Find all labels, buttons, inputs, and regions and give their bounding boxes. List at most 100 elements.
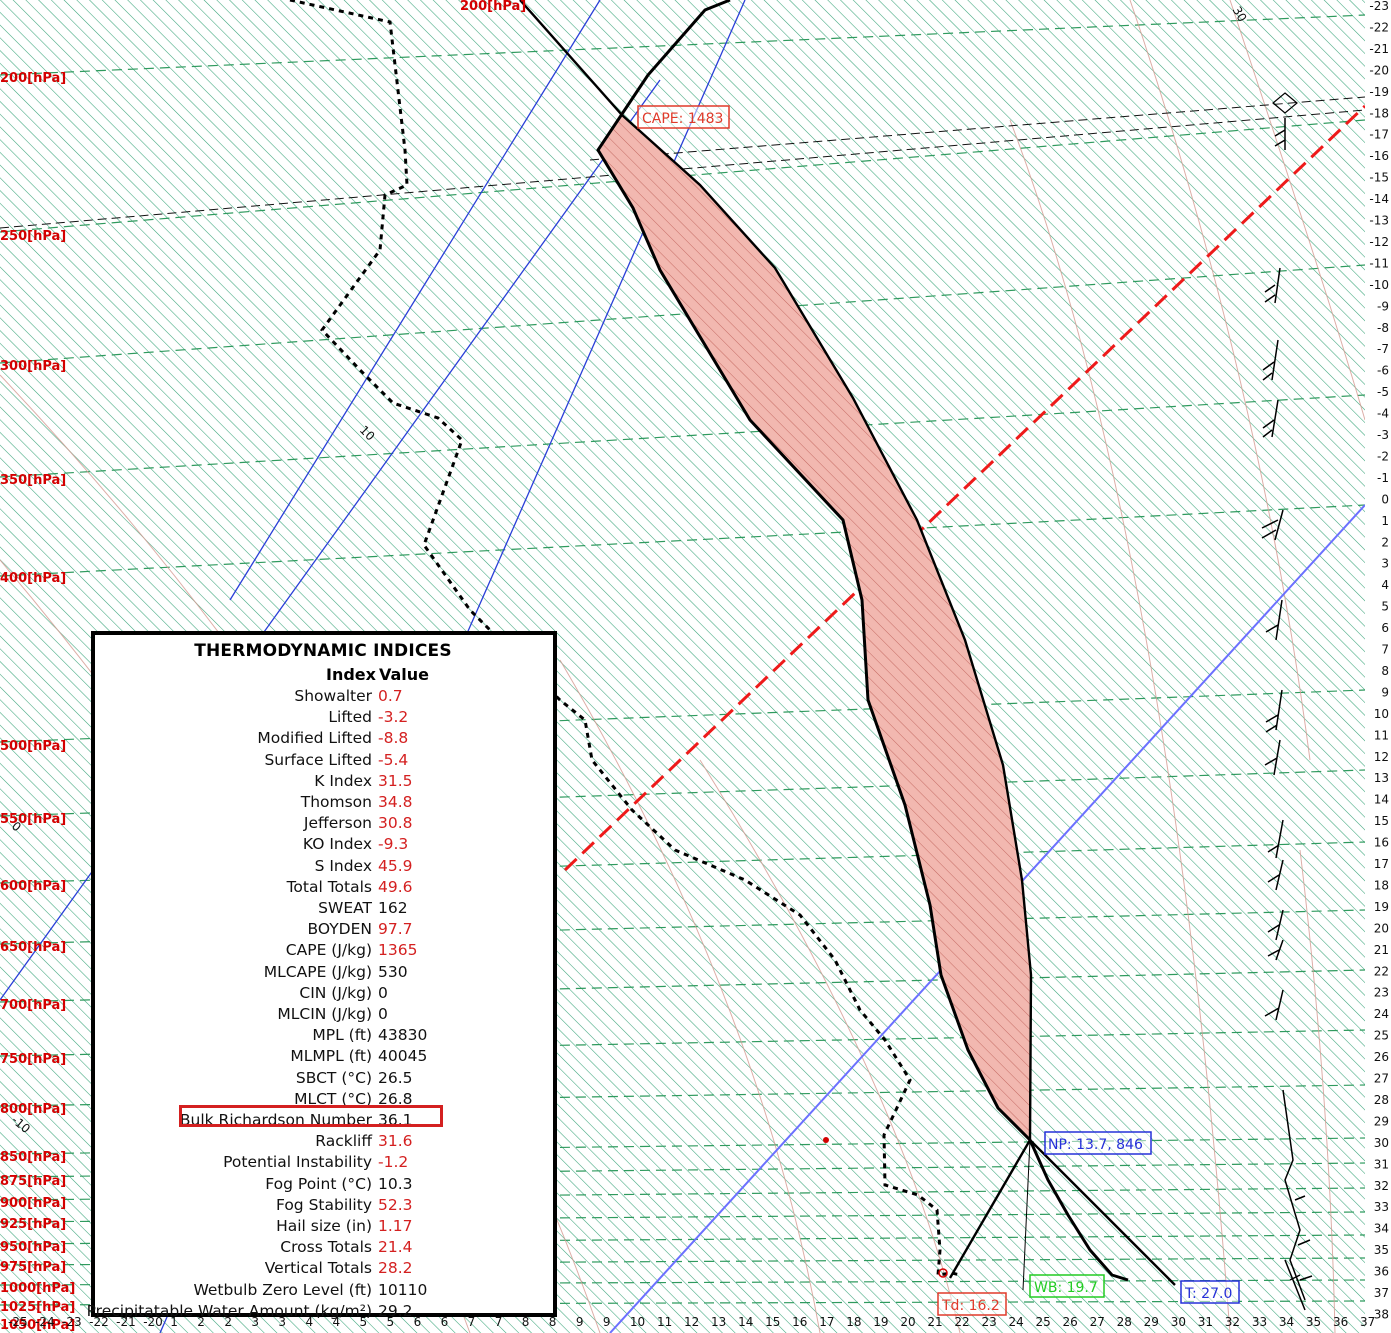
right-axis-label: 34 [1374, 1222, 1389, 1236]
index-name: Hail size (in) [276, 1217, 372, 1235]
right-axis-label: 11 [1374, 728, 1389, 742]
index-value: 26.5 [378, 1068, 413, 1087]
bottom-axis-label: 22 [954, 1315, 969, 1329]
index-name: SBCT (°C) [295, 1068, 372, 1087]
right-axis-label: 5 [1381, 600, 1389, 614]
right-axis-labels: -23-22-21-20-19-18-17-16-15-14-13-12-11-… [1369, 0, 1389, 1321]
bottom-axis-label: 9 [576, 1315, 584, 1329]
highlight-box [179, 1105, 443, 1127]
pressure-label: 300[hPa] [0, 359, 66, 374]
right-axis-label: -10 [1369, 278, 1389, 292]
index-name: SWEAT [318, 899, 372, 917]
right-axis-label: 4 [1381, 578, 1389, 592]
index-name: MPL (ft) [312, 1026, 372, 1045]
bottom-axis-label: 26 [1063, 1315, 1078, 1329]
bottom-axis-label: 24 [1008, 1315, 1023, 1329]
index-name: Total Totals [286, 877, 372, 896]
index-value: 162 [378, 899, 408, 917]
right-axis-label: 21 [1374, 943, 1389, 957]
bottom-axis-label: 6 [441, 1315, 449, 1329]
bottom-axis-label: 7 [495, 1315, 503, 1329]
right-axis-label: 0 [1381, 492, 1389, 506]
pressure-label: 350[hPa] [0, 473, 66, 488]
right-axis-label: 29 [1374, 1114, 1389, 1128]
np-tag: NP: 13.7, 846 [1044, 1131, 1152, 1155]
index-name: Rackliff [315, 1132, 372, 1151]
bottom-axis-label: 12 [684, 1315, 699, 1329]
index-name: Surface Lifted [264, 750, 372, 769]
bottom-axis-label: 37 [1360, 1315, 1375, 1329]
bottom-axis-label: 11 [657, 1315, 672, 1329]
bottom-axis-label: 21 [927, 1315, 942, 1329]
index-name: MLMPL (ft) [290, 1047, 372, 1066]
index-value: 1.17 [378, 1217, 413, 1235]
bottom-axis-label: 33 [1252, 1315, 1267, 1329]
right-axis-label: -5 [1377, 385, 1389, 399]
index-name: Modified Lifted [257, 729, 372, 748]
right-axis-label: 9 [1381, 685, 1389, 699]
bottom-axis-label: 20 [900, 1315, 915, 1329]
right-axis-label: 26 [1374, 1050, 1389, 1064]
right-axis-label: -16 [1369, 149, 1389, 163]
right-axis-label: -3 [1377, 428, 1389, 442]
right-axis-label: 31 [1374, 1157, 1389, 1171]
index-name: Precipitatable Water Amount (kg/m²) [86, 1301, 372, 1320]
right-axis-label: 15 [1374, 814, 1389, 828]
right-axis-label: -15 [1369, 171, 1389, 185]
right-axis-label: -21 [1369, 42, 1389, 56]
index-value: 21.4 [378, 1238, 413, 1257]
right-axis-label: 16 [1374, 836, 1389, 850]
right-axis-label: -19 [1369, 85, 1389, 99]
bottom-axis-label: 15 [765, 1315, 780, 1329]
indices-title: THERMODYNAMIC INDICES [194, 641, 452, 661]
right-axis-label: 38 [1374, 1307, 1389, 1321]
right-axis-label: -4 [1377, 407, 1389, 421]
right-axis-label: -8 [1377, 321, 1389, 335]
index-value: 29.2 [378, 1301, 413, 1320]
index-name: Potential Instability [223, 1153, 372, 1172]
right-axis-label: 12 [1374, 750, 1389, 764]
right-axis-label: 20 [1374, 921, 1389, 935]
right-axis-label: 1 [1381, 514, 1389, 528]
index-value: 30.8 [378, 814, 413, 833]
bottom-axis-label: 19 [873, 1315, 888, 1329]
td-tag: Td: 16.2 [937, 1292, 1007, 1316]
index-name: MLCAPE (J/kg) [263, 962, 372, 981]
index-name: S Index [314, 856, 372, 875]
right-axis-label: 25 [1374, 1029, 1389, 1043]
bottom-axis-label: 25 [1036, 1315, 1051, 1329]
index-name: Showalter [294, 687, 372, 705]
bottom-axis-label: 8 [549, 1315, 557, 1329]
index-name: CIN (J/kg) [299, 983, 372, 1002]
right-axis-label: 6 [1381, 621, 1389, 635]
right-axis-label: 33 [1374, 1200, 1389, 1214]
bottom-axis-label: 30 [1171, 1315, 1186, 1329]
t-tag-text: T: 27.0 [1184, 1286, 1232, 1302]
index-value: -3.2 [378, 708, 409, 727]
pressure-label: 200[hPa] [0, 71, 66, 86]
index-value: 52.3 [378, 1195, 413, 1214]
right-axis-label: -18 [1369, 106, 1389, 120]
right-axis-label: 7 [1381, 643, 1389, 657]
index-name: Cross Totals [280, 1238, 372, 1257]
bottom-axis-label: 10 [630, 1315, 645, 1329]
index-value: 1365 [378, 941, 418, 960]
index-name: CAPE (J/kg) [285, 941, 372, 960]
right-axis-label: 37 [1374, 1286, 1389, 1300]
right-axis-label: 2 [1381, 535, 1389, 549]
index-value: -1.2 [378, 1153, 409, 1172]
pressure-label: 400[hPa] [0, 571, 66, 586]
index-value: 34.8 [378, 793, 413, 811]
right-axis-label: -20 [1369, 63, 1389, 77]
bottom-axis-label: 31 [1198, 1315, 1213, 1329]
bottom-axis-label: 23 [981, 1315, 996, 1329]
td-tag-text: Td: 16.2 [941, 1298, 1000, 1314]
right-axis-label: -13 [1369, 214, 1389, 228]
bottom-axis-label: 9 [603, 1315, 611, 1329]
index-value: -5.4 [378, 750, 409, 769]
right-axis-label: 10 [1374, 707, 1389, 721]
index-value: 0.7 [378, 687, 403, 705]
right-axis-label: -9 [1377, 299, 1389, 313]
marker-dot [823, 1137, 829, 1143]
right-axis-label: -14 [1369, 192, 1389, 206]
